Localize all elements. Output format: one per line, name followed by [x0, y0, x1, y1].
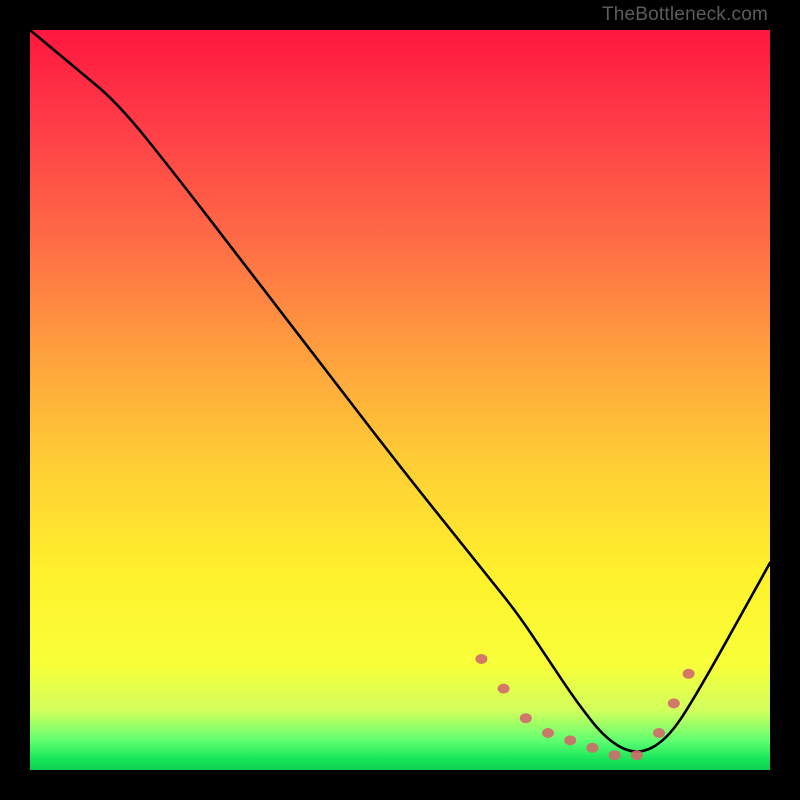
watermark-text: TheBottleneck.com	[602, 4, 768, 26]
curve-marker	[586, 743, 598, 753]
curve-marker	[668, 698, 680, 708]
bottleneck-curve-line	[30, 30, 770, 752]
curve-marker	[475, 654, 487, 664]
curve-marker	[542, 728, 554, 738]
curve-marker	[631, 750, 643, 760]
curve-marker	[564, 735, 576, 745]
curve-marker	[609, 750, 621, 760]
chart-container: TheBottleneck.com	[0, 0, 800, 800]
marker-group	[475, 654, 694, 760]
curve-marker	[498, 684, 510, 694]
curve-marker	[653, 728, 665, 738]
plot-area	[30, 30, 770, 770]
curve-marker	[520, 713, 532, 723]
curve-marker	[683, 669, 695, 679]
curve-layer	[30, 30, 770, 770]
